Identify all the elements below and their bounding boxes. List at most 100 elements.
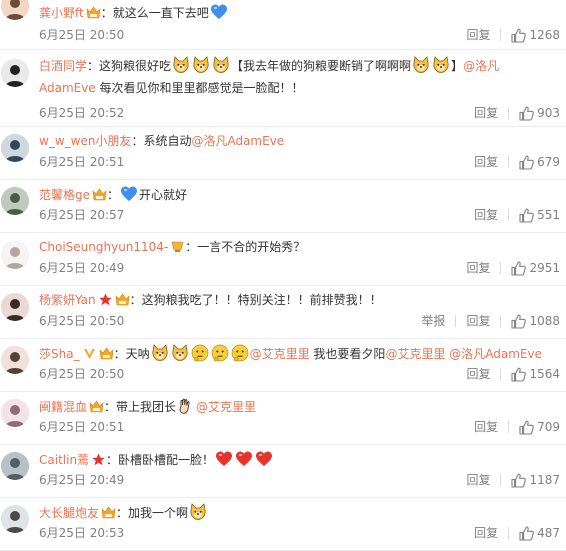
divider	[500, 29, 502, 41]
username-link[interactable]: Caitlin蔫	[39, 453, 89, 467]
username-link[interactable]: 龚小野ft	[39, 6, 84, 20]
username-link[interactable]: ChoiSeunghyun1104-	[39, 240, 168, 254]
comment-item: ChoiSeunghyun1104- ：一言不合的开始秀？ 6月25日 20:49 回…	[0, 233, 566, 286]
comment-text: ：就这么一直下去吧	[100, 6, 209, 20]
comment-actions: 回复 1564	[466, 365, 560, 383]
comment-line: 杨紫妍Yan ：这狗粮我吃了！！特别关注！！前排赞我！！	[39, 291, 558, 309]
like-button[interactable]: 1268	[511, 26, 560, 44]
like-button[interactable]: 1564	[511, 365, 560, 383]
username-link[interactable]: 杨紫妍Yan	[39, 293, 96, 307]
avatar[interactable]	[1, 293, 29, 321]
thumbs-up-icon	[519, 208, 534, 223]
username-link[interactable]: 范馨格ge	[39, 188, 90, 202]
username-link[interactable]: 大长腿炮友	[39, 506, 99, 520]
like-button[interactable]: 679	[519, 153, 560, 171]
thinking-emoji-icon	[211, 344, 229, 362]
red-heart-icon	[215, 450, 233, 468]
reply-button[interactable]: 回复	[474, 206, 498, 224]
comment-line: ChoiSeunghyun1104- ：一言不合的开始秀？	[39, 238, 558, 256]
reply-button[interactable]: 回复	[466, 471, 490, 489]
reply-button[interactable]: 回复	[474, 104, 498, 122]
comment-actions: 回复 2951	[466, 259, 560, 277]
avatar[interactable]	[1, 399, 29, 427]
avatar[interactable]	[1, 134, 29, 162]
comment-item: 莎Sha_ ：天呐 @艾克里里 我也要看夕阳@艾克里里 @洛凡AdamEve 6月25…	[0, 339, 566, 392]
doge-emoji-icon	[172, 56, 190, 74]
reply-button[interactable]: 回复	[466, 312, 490, 330]
vip-badge-icon	[92, 188, 107, 201]
report-button[interactable]: 举报	[421, 312, 445, 330]
comment-text: ：卧槽卧槽配一脸！	[106, 453, 215, 467]
mention-link[interactable]: @洛凡AdamEve	[191, 134, 284, 148]
reply-button[interactable]: 回复	[474, 153, 498, 171]
comment-item: 范馨格ge ： 开心就好 6月25日 20:57 回复 551	[0, 180, 566, 233]
mention-link[interactable]: @洛凡	[463, 59, 499, 73]
like-button[interactable]: 1187	[511, 471, 560, 489]
comment-item: 白酒同学：这狗粮很好吃 【我去年做的狗粮要断销了啊啊啊 】@洛凡 AdamEve 每次…	[0, 50, 566, 127]
thinking-emoji-icon	[231, 344, 249, 362]
timestamp: 6月25日 20:51	[39, 155, 125, 169]
comment-text: ：系统自动	[131, 134, 192, 148]
vip-badge-icon	[99, 347, 114, 360]
avatar[interactable]	[1, 505, 29, 533]
timestamp: 6月25日 20:50	[39, 367, 125, 381]
comment-actions: 回复 1268	[466, 26, 560, 44]
thumbs-up-icon	[511, 28, 527, 43]
like-count: 487	[537, 526, 560, 540]
avatar[interactable]	[1, 346, 29, 374]
divider	[508, 527, 510, 539]
medal-badge-icon	[170, 240, 185, 253]
comment-text: ：一言不合的开始秀？	[185, 240, 306, 254]
like-button[interactable]: 551	[519, 206, 560, 224]
like-button[interactable]: 709	[519, 418, 560, 436]
like-button[interactable]: 487	[519, 524, 560, 542]
divider	[500, 368, 502, 380]
comment-actions: 回复 1187	[466, 471, 560, 489]
like-count: 2951	[529, 261, 560, 275]
comment-actions: 回复 903	[474, 104, 560, 122]
vip-badge-icon	[89, 400, 104, 413]
comment-actions: 回复 551	[474, 206, 560, 224]
mention-link[interactable]: AdamEve	[39, 81, 96, 95]
avatar[interactable]	[1, 59, 29, 87]
avatar[interactable]	[1, 452, 29, 480]
like-button[interactable]: 903	[519, 104, 560, 122]
mention-link[interactable]: @艾克里里	[385, 347, 445, 361]
comment-footer: 6月25日 20:51 回复 679	[39, 153, 560, 171]
mention-link[interactable]: @艾克里里	[250, 347, 310, 361]
username-link[interactable]: 莎Sha_	[39, 347, 80, 361]
comment-text: ：这狗粮我吃了！！特别关注！！前排赞我！！	[129, 293, 382, 307]
reply-button[interactable]: 回复	[474, 524, 498, 542]
comment-item: w_w_wen小朋友：系统自动@洛凡AdamEve 6月25日 20:51 回复 67…	[0, 127, 566, 180]
mention-link[interactable]: @艾克里里	[196, 400, 256, 414]
like-button[interactable]: 1088	[511, 312, 560, 330]
comment-footer: 6月25日 20:53 回复 487	[39, 524, 560, 542]
comment-footer: 6月25日 20:51 回复 709	[39, 418, 560, 436]
like-count: 1187	[529, 473, 560, 487]
username-link[interactable]: w_w_wen小朋友	[39, 134, 131, 148]
reply-button[interactable]: 回复	[474, 418, 498, 436]
reply-button[interactable]: 回复	[466, 26, 490, 44]
thumbs-up-icon	[519, 526, 534, 541]
blue-heart-icon	[120, 185, 138, 203]
comment-item: 大长腿炮友 ：加我一个啊 6月25日 20:53 回复 487	[0, 498, 566, 551]
hand-emoji-icon	[177, 397, 195, 415]
username-link[interactable]: 白酒同学	[39, 59, 87, 73]
avatar[interactable]	[1, 0, 29, 20]
comment-line: Caitlin蔫 ：卧槽卧槽配一脸！	[39, 450, 558, 469]
red-heart-icon	[255, 450, 273, 468]
comment-text: ：天呐	[113, 347, 150, 361]
divider	[500, 315, 502, 327]
thumbs-up-icon	[511, 314, 527, 329]
avatar[interactable]	[1, 187, 29, 215]
mention-link[interactable]: @洛凡AdamEve	[449, 347, 542, 361]
reply-button[interactable]: 回复	[466, 259, 490, 277]
thumbs-up-icon	[511, 261, 527, 276]
avatar[interactable]	[1, 241, 29, 269]
like-count: 709	[537, 420, 560, 434]
comment-body: 杨紫妍Yan ：这狗粮我吃了！！特别关注！！前排赞我！！	[39, 291, 558, 309]
like-button[interactable]: 2951	[511, 259, 560, 277]
reply-button[interactable]: 回复	[466, 365, 490, 383]
username-link[interactable]: 闽籍混血	[39, 400, 87, 414]
comment-actions: 回复 487	[474, 524, 560, 542]
